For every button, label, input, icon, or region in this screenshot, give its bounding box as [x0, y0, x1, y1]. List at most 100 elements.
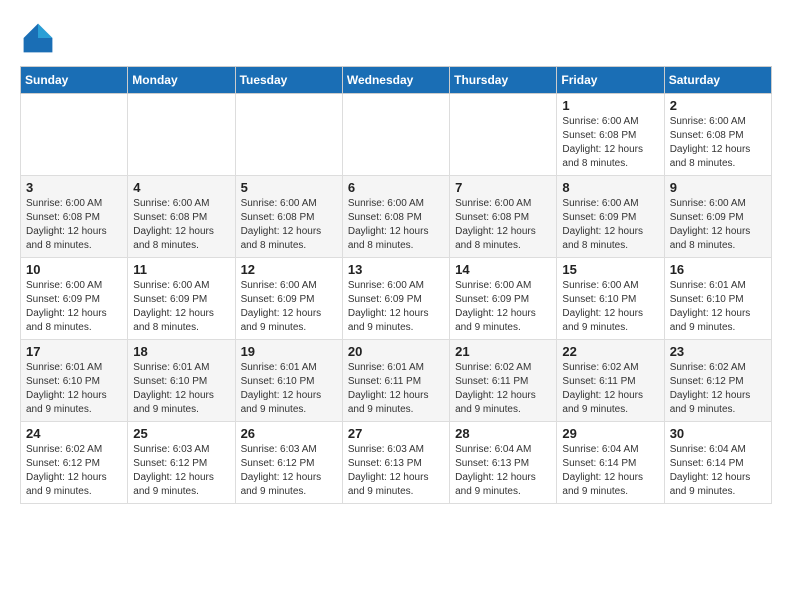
day-info: Sunrise: 6:00 AM Sunset: 6:08 PM Dayligh… — [133, 197, 229, 253]
day-info: Sunrise: 6:01 AM Sunset: 6:10 PM Dayligh… — [133, 361, 229, 417]
day-info: Sunrise: 6:01 AM Sunset: 6:10 PM Dayligh… — [241, 361, 337, 417]
calendar-body: 1 Sunrise: 6:00 AM Sunset: 6:08 PM Daylig… — [21, 94, 772, 504]
calendar-cell: 11Sunrise: 6:00 AM Sunset: 6:09 PM Dayli… — [128, 258, 235, 340]
day-number: 6 — [348, 180, 444, 195]
day-number: 26 — [241, 426, 337, 441]
day-number: 20 — [348, 344, 444, 359]
day-info: Sunrise: 6:01 AM Sunset: 6:10 PM Dayligh… — [26, 361, 122, 417]
day-number: 24 — [26, 426, 122, 441]
calendar-cell: 15 Sunrise: 6:00 AM Sunset: 6:10 PM Dayli… — [557, 258, 664, 340]
page-header — [20, 20, 772, 56]
calendar-table: SundayMondayTuesdayWednesdayThursdayFrid… — [20, 66, 772, 504]
calendar-cell — [128, 94, 235, 176]
column-header-saturday: Saturday — [664, 67, 771, 94]
day-info: Sunrise: 6:00 AM Sunset: 6:08 PM Dayligh… — [562, 115, 658, 171]
day-number: 28 — [455, 426, 551, 441]
day-info: Sunrise: 6:04 AM Sunset: 6:14 PM Dayligh… — [670, 443, 766, 499]
day-info: Sunrise: 6:00 AM Sunset: 6:08 PM Dayligh… — [670, 115, 766, 171]
calendar-cell: 6 Sunrise: 6:00 AM Sunset: 6:08 PM Daylig… — [342, 176, 449, 258]
calendar-cell: 9 Sunrise: 6:00 AM Sunset: 6:09 PM Daylig… — [664, 176, 771, 258]
day-info: Sunrise: 6:01 AM Sunset: 6:11 PM Dayligh… — [348, 361, 444, 417]
day-number: 29 — [562, 426, 658, 441]
day-number: 2 — [670, 98, 766, 113]
day-number: 16 — [670, 262, 766, 277]
day-info: Sunrise: 6:02 AM Sunset: 6:12 PM Dayligh… — [26, 443, 122, 499]
calendar-header: SundayMondayTuesdayWednesdayThursdayFrid… — [21, 67, 772, 94]
day-number: 19 — [241, 344, 337, 359]
calendar-cell: 18Sunrise: 6:01 AM Sunset: 6:10 PM Dayli… — [128, 340, 235, 422]
day-info: Sunrise: 6:02 AM Sunset: 6:12 PM Dayligh… — [670, 361, 766, 417]
day-number: 3 — [26, 180, 122, 195]
logo — [20, 20, 62, 56]
column-header-tuesday: Tuesday — [235, 67, 342, 94]
day-number: 15 — [562, 262, 658, 277]
calendar-week-1: 3 Sunrise: 6:00 AM Sunset: 6:08 PM Daylig… — [21, 176, 772, 258]
column-header-sunday: Sunday — [21, 67, 128, 94]
day-info: Sunrise: 6:00 AM Sunset: 6:09 PM Dayligh… — [26, 279, 122, 335]
calendar-cell: 25Sunrise: 6:03 AM Sunset: 6:12 PM Dayli… — [128, 422, 235, 504]
day-number: 17 — [26, 344, 122, 359]
column-header-friday: Friday — [557, 67, 664, 94]
day-info: Sunrise: 6:00 AM Sunset: 6:09 PM Dayligh… — [241, 279, 337, 335]
day-number: 4 — [133, 180, 229, 195]
day-number: 9 — [670, 180, 766, 195]
calendar-cell: 3 Sunrise: 6:00 AM Sunset: 6:08 PM Daylig… — [21, 176, 128, 258]
calendar-cell: 7Sunrise: 6:00 AM Sunset: 6:08 PM Daylig… — [450, 176, 557, 258]
day-number: 10 — [26, 262, 122, 277]
day-info: Sunrise: 6:03 AM Sunset: 6:13 PM Dayligh… — [348, 443, 444, 499]
day-info: Sunrise: 6:04 AM Sunset: 6:14 PM Dayligh… — [562, 443, 658, 499]
calendar-cell: 26 Sunrise: 6:03 AM Sunset: 6:12 PM Dayli… — [235, 422, 342, 504]
calendar-cell: 10 Sunrise: 6:00 AM Sunset: 6:09 PM Dayli… — [21, 258, 128, 340]
day-number: 14 — [455, 262, 551, 277]
day-info: Sunrise: 6:00 AM Sunset: 6:10 PM Dayligh… — [562, 279, 658, 335]
calendar-week-3: 17 Sunrise: 6:01 AM Sunset: 6:10 PM Dayli… — [21, 340, 772, 422]
calendar-cell: 28 Sunrise: 6:04 AM Sunset: 6:13 PM Dayli… — [450, 422, 557, 504]
calendar-week-2: 10 Sunrise: 6:00 AM Sunset: 6:09 PM Dayli… — [21, 258, 772, 340]
day-info: Sunrise: 6:02 AM Sunset: 6:11 PM Dayligh… — [455, 361, 551, 417]
day-number: 27 — [348, 426, 444, 441]
day-info: Sunrise: 6:03 AM Sunset: 6:12 PM Dayligh… — [133, 443, 229, 499]
day-info: Sunrise: 6:04 AM Sunset: 6:13 PM Dayligh… — [455, 443, 551, 499]
day-info: Sunrise: 6:00 AM Sunset: 6:08 PM Dayligh… — [455, 197, 551, 253]
day-number: 11 — [133, 262, 229, 277]
logo-icon — [20, 20, 56, 56]
calendar-cell: 19 Sunrise: 6:01 AM Sunset: 6:10 PM Dayli… — [235, 340, 342, 422]
calendar-cell: 8 Sunrise: 6:00 AM Sunset: 6:09 PM Daylig… — [557, 176, 664, 258]
calendar-cell: 27 Sunrise: 6:03 AM Sunset: 6:13 PM Dayli… — [342, 422, 449, 504]
calendar-cell — [21, 94, 128, 176]
calendar-cell: 23 Sunrise: 6:02 AM Sunset: 6:12 PM Dayli… — [664, 340, 771, 422]
day-number: 22 — [562, 344, 658, 359]
day-number: 23 — [670, 344, 766, 359]
calendar-cell — [235, 94, 342, 176]
day-number: 1 — [562, 98, 658, 113]
calendar-cell: 29 Sunrise: 6:04 AM Sunset: 6:14 PM Dayli… — [557, 422, 664, 504]
day-info: Sunrise: 6:00 AM Sunset: 6:09 PM Dayligh… — [455, 279, 551, 335]
calendar-cell: 30 Sunrise: 6:04 AM Sunset: 6:14 PM Dayli… — [664, 422, 771, 504]
day-info: Sunrise: 6:00 AM Sunset: 6:09 PM Dayligh… — [562, 197, 658, 253]
calendar-cell: 20 Sunrise: 6:01 AM Sunset: 6:11 PM Dayli… — [342, 340, 449, 422]
calendar-cell: 13Sunrise: 6:00 AM Sunset: 6:09 PM Dayli… — [342, 258, 449, 340]
calendar-cell: 2 Sunrise: 6:00 AM Sunset: 6:08 PM Daylig… — [664, 94, 771, 176]
day-number: 30 — [670, 426, 766, 441]
calendar-week-4: 24 Sunrise: 6:02 AM Sunset: 6:12 PM Dayli… — [21, 422, 772, 504]
calendar-cell: 14 Sunrise: 6:00 AM Sunset: 6:09 PM Dayli… — [450, 258, 557, 340]
day-info: Sunrise: 6:02 AM Sunset: 6:11 PM Dayligh… — [562, 361, 658, 417]
calendar-cell — [450, 94, 557, 176]
day-info: Sunrise: 6:00 AM Sunset: 6:08 PM Dayligh… — [241, 197, 337, 253]
day-info: Sunrise: 6:03 AM Sunset: 6:12 PM Dayligh… — [241, 443, 337, 499]
day-number: 12 — [241, 262, 337, 277]
calendar-cell — [342, 94, 449, 176]
column-header-wednesday: Wednesday — [342, 67, 449, 94]
calendar-cell: 5 Sunrise: 6:00 AM Sunset: 6:08 PM Daylig… — [235, 176, 342, 258]
calendar-cell: 22 Sunrise: 6:02 AM Sunset: 6:11 PM Dayli… — [557, 340, 664, 422]
calendar-cell: 21 Sunrise: 6:02 AM Sunset: 6:11 PM Dayli… — [450, 340, 557, 422]
day-number: 8 — [562, 180, 658, 195]
day-info: Sunrise: 6:00 AM Sunset: 6:08 PM Dayligh… — [348, 197, 444, 253]
calendar-cell: 17 Sunrise: 6:01 AM Sunset: 6:10 PM Dayli… — [21, 340, 128, 422]
column-header-monday: Monday — [128, 67, 235, 94]
day-number: 21 — [455, 344, 551, 359]
column-header-thursday: Thursday — [450, 67, 557, 94]
day-info: Sunrise: 6:00 AM Sunset: 6:09 PM Dayligh… — [670, 197, 766, 253]
day-info: Sunrise: 6:00 AM Sunset: 6:08 PM Dayligh… — [26, 197, 122, 253]
day-number: 5 — [241, 180, 337, 195]
